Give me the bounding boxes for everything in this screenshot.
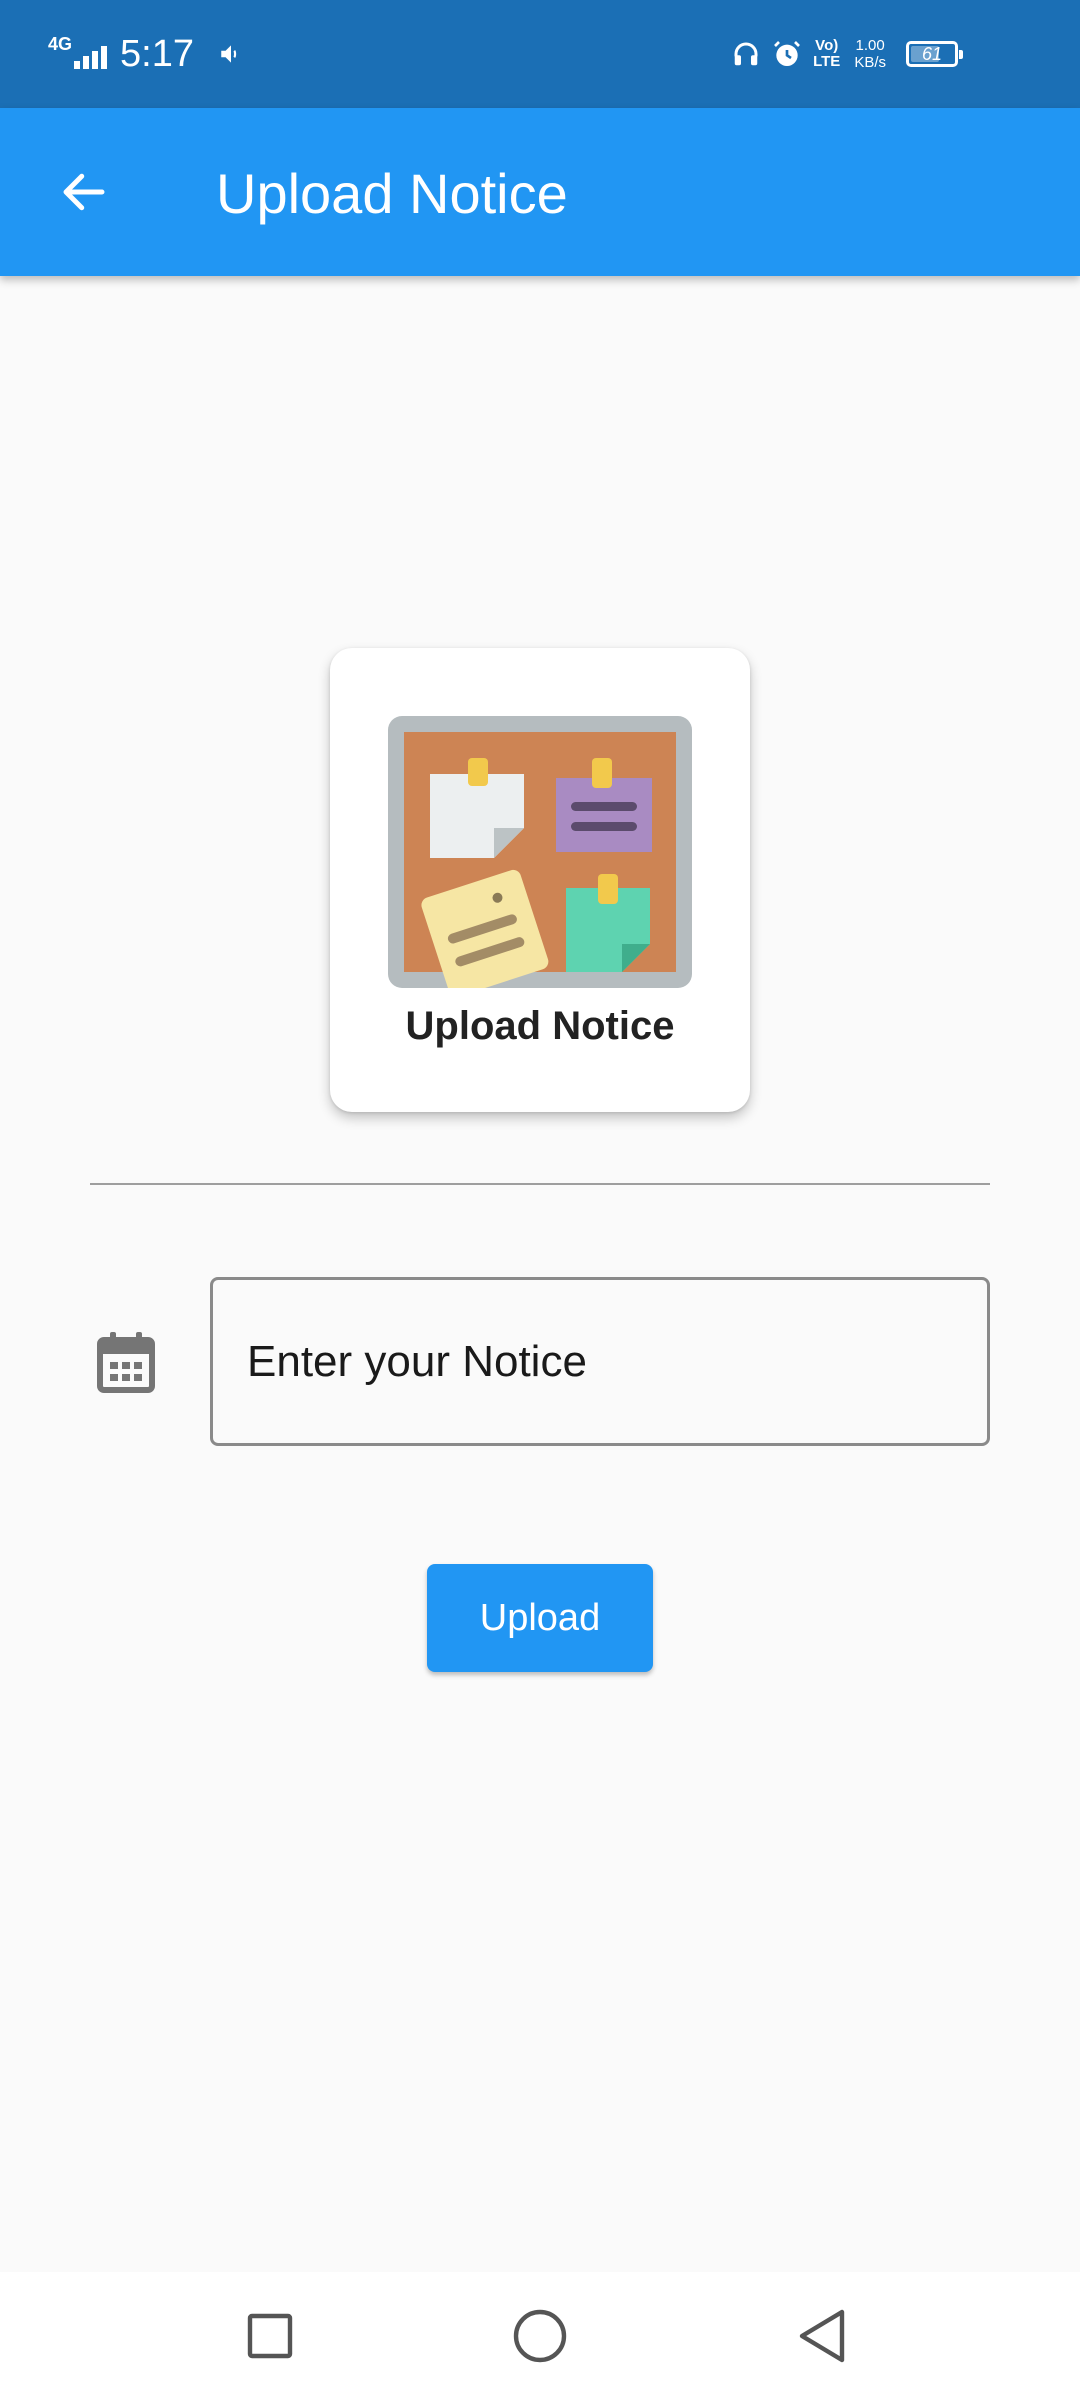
recents-square-icon [247,2313,293,2359]
back-triangle-icon [799,2309,845,2363]
battery-percent: 61 [921,43,943,64]
status-left: 4G 5:17 [48,30,244,78]
divider [90,1183,990,1185]
speaker-icon [221,45,237,63]
clock: 5:17 [120,32,194,75]
network-type: 4G [48,33,73,54]
alarm-icon [774,41,801,66]
volte-line2: LTE [813,53,841,70]
headphones-icon [734,42,758,66]
status-bar: 4G 5:17 Vo) LTE 1.00 KB/s 61 [0,0,1080,108]
card-title: Upload Notice [405,1004,675,1048]
volte-indicator: Vo) LTE [813,38,840,70]
arrow-left-icon [63,173,105,211]
home-circle-icon [513,2309,567,2363]
volte-line1: Vo) [815,37,839,54]
recents-button[interactable] [234,2300,306,2372]
network-speed: 1.00 KB/s [854,37,886,71]
page-title: Upload Notice [216,162,568,225]
speed-value: 1.00 [855,37,885,54]
back-nav-button[interactable] [786,2300,858,2372]
notice-board-icon [388,716,692,988]
calendar-icon[interactable] [96,1330,156,1394]
battery-icon: 61 [906,41,963,67]
upload-notice-card[interactable]: Upload Notice [330,648,750,1112]
upload-button[interactable]: Upload [427,1564,653,1672]
app-bar: Upload Notice [0,108,1080,276]
notice-input[interactable] [210,1277,990,1446]
speed-unit: KB/s [854,54,886,71]
signal-icon [74,39,110,69]
navigation-bar [0,2272,1080,2400]
home-button[interactable] [504,2300,576,2372]
status-right: Vo) LTE 1.00 KB/s 61 [721,26,963,82]
back-button[interactable] [48,156,120,228]
